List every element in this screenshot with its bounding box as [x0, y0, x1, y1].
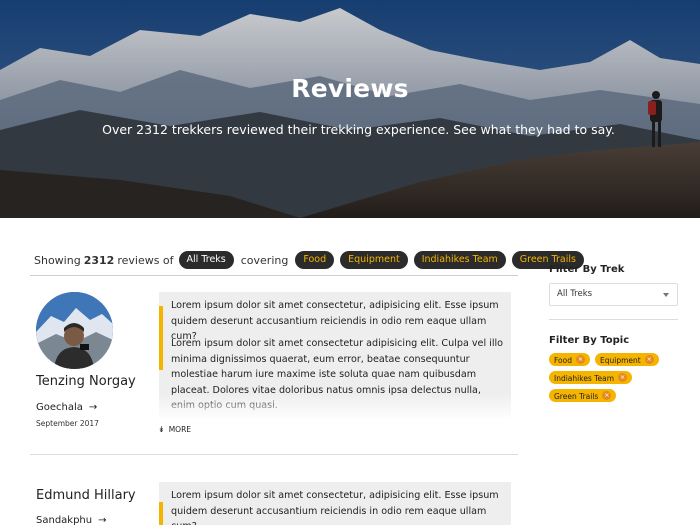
more-label: MORE: [168, 425, 192, 434]
hero-banner: Reviews Over 2312 trekkers reviewed thei…: [0, 0, 700, 218]
trek-link[interactable]: Sandakphu →: [36, 515, 107, 525]
review-card: Lorem ipsum dolor sit amet consectetur, …: [159, 292, 511, 420]
accent-bar: [159, 502, 163, 525]
trek-name: Sandakphu: [36, 515, 93, 525]
results-summary: Showing 2312 reviews of All Treks coveri…: [34, 251, 587, 269]
topic-tag-green-trails[interactable]: Green Trails ×: [549, 389, 617, 402]
tag-label: Green Trails: [554, 392, 599, 401]
text-fade: [159, 394, 511, 420]
trek-filter-pill[interactable]: All Treks: [178, 251, 234, 269]
topic-tag-food[interactable]: Food ×: [549, 353, 590, 366]
covering-label: covering: [240, 253, 289, 267]
trek-select-value: All Treks: [557, 289, 593, 299]
topic-tag-indiahikes-team[interactable]: Indiahikes Team ×: [549, 371, 633, 384]
tag-label: Equipment: [600, 356, 641, 365]
arrow-right-icon: →: [98, 515, 107, 525]
reviewer-avatar: [36, 292, 113, 369]
showing-prefix: Showing: [34, 253, 81, 267]
topic-pill-equipment[interactable]: Equipment: [340, 251, 408, 269]
filter-by-trek-title: Filter By Trek: [549, 264, 625, 275]
review-count: 2312: [83, 253, 115, 267]
topic-pill-indiahikes-team[interactable]: Indiahikes Team: [413, 251, 506, 269]
review-card: Lorem ipsum dolor sit amet consectetur, …: [159, 482, 511, 525]
divider: [30, 275, 518, 276]
showing-middle: reviews of: [117, 253, 174, 267]
divider: [549, 319, 678, 320]
remove-tag-icon[interactable]: ×: [618, 373, 628, 382]
avatar-image: [36, 292, 113, 369]
trek-name: Goechala: [36, 402, 83, 413]
accent-bar: [159, 306, 163, 370]
remove-tag-icon[interactable]: ×: [576, 355, 585, 364]
trek-link[interactable]: Goechala →: [36, 402, 97, 413]
caret-down-icon: [663, 293, 669, 297]
review-date: September 2017: [36, 419, 99, 428]
reviewer-name: Edmund Hillary: [36, 488, 136, 503]
review-paragraph: Lorem ipsum dolor sit amet consectetur, …: [171, 490, 499, 525]
reviewer-name: Tenzing Norgay: [36, 374, 136, 389]
arrow-right-icon: →: [88, 402, 98, 413]
remove-tag-icon[interactable]: ×: [644, 355, 654, 364]
topic-pill-food[interactable]: Food: [295, 251, 335, 269]
double-chevron-down-icon: ↡: [158, 425, 165, 434]
remove-tag-icon[interactable]: ×: [602, 391, 612, 400]
page-title: Reviews: [291, 74, 409, 103]
topic-tag-equipment[interactable]: Equipment ×: [595, 353, 659, 366]
filter-by-topic-title: Filter By Topic: [549, 335, 630, 346]
divider: [30, 454, 518, 455]
tag-label: Food: [554, 356, 572, 365]
mountain-backdrop: [0, 0, 700, 218]
tag-label: Indiahikes Team: [554, 374, 615, 383]
page-subtitle: Over 2312 trekkers reviewed their trekki…: [102, 122, 615, 137]
trek-select[interactable]: All Treks: [549, 283, 678, 306]
more-button[interactable]: ↡ MORE: [158, 425, 191, 434]
